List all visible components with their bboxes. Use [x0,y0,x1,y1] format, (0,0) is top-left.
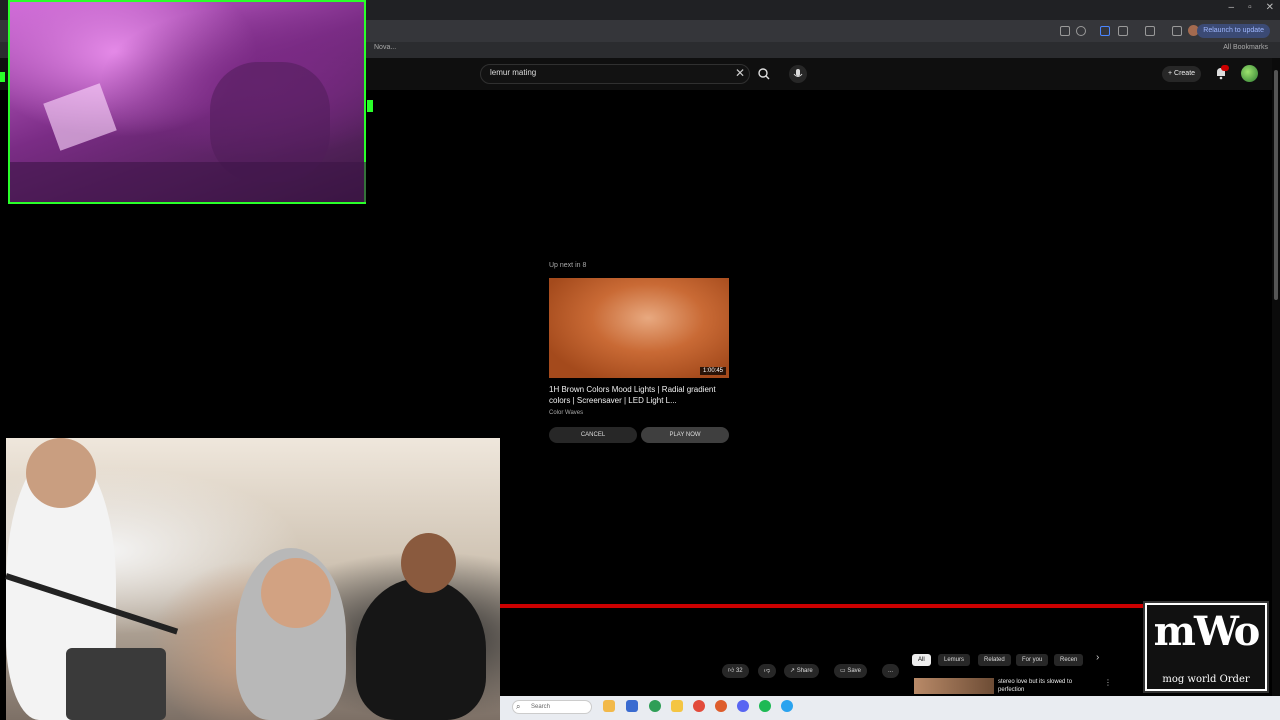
star-icon[interactable] [1076,26,1086,36]
save-icon: ▭ [840,668,846,674]
object-on-floor [43,83,117,151]
like-button[interactable]: 👍︎ 32 [722,664,749,678]
avatar[interactable] [1241,65,1258,82]
video-duration-badge: 1:00:45 [700,367,727,375]
up-next-channel[interactable]: Color Waves [549,410,583,416]
app-icon[interactable] [781,700,793,712]
chip-related[interactable]: Related [978,654,1011,666]
scrollbar-thumb[interactable] [1274,70,1278,300]
search-icon[interactable] [754,65,774,83]
like-count: 32 [735,668,743,674]
notification-badge [1221,65,1229,71]
recommended-thumbnail[interactable] [914,678,994,694]
save-button[interactable]: ▭ Save [834,664,868,678]
spotify-icon[interactable] [759,700,771,712]
taskbar-search-input[interactable]: Search [512,700,592,714]
download-icon[interactable] [1172,26,1182,36]
person-left-head [26,438,96,508]
relaunch-button[interactable]: Relaunch to update [1197,24,1270,38]
window-controls: – ▫ ✕ [1229,2,1275,13]
discord-icon[interactable] [737,700,749,712]
mwo-logo-text: mWo [1153,608,1261,655]
mwo-logo-subtitle: mog world Order [1162,674,1250,685]
search-query-text[interactable]: lemur mating [490,68,536,77]
maximize-icon[interactable]: ▫ [1248,2,1252,13]
save-label: Save [847,668,862,674]
create-button[interactable]: + Create [1162,66,1202,82]
cancel-button[interactable]: CANCEL [549,427,637,443]
search-icon: ⌕ [516,702,521,711]
share-label: Share [796,668,813,674]
webcam-top-feed [8,0,366,204]
chip-all[interactable]: All [912,654,931,666]
play-now-button[interactable]: PLAY NOW [641,427,729,443]
kebab-menu-icon[interactable]: ⋮ [1104,678,1112,687]
extension-icon[interactable] [1100,26,1110,36]
edge-icon[interactable] [649,700,661,712]
bookmark-item[interactable]: Nova... [374,44,396,51]
chip-recent[interactable]: Recen [1054,654,1084,666]
task-view-icon[interactable] [626,700,638,712]
share-icon: ↗ [790,668,796,674]
cam-marker [0,72,5,82]
chevron-right-icon[interactable]: › [1096,652,1099,663]
person-middle-head [261,558,331,628]
thumbs-up-icon: 👍︎ [728,668,735,674]
windows-taskbar [500,696,1280,720]
close-window-icon[interactable]: ✕ [1266,2,1274,13]
thumbs-down-icon: 👎︎ [764,668,771,674]
all-bookmarks-link[interactable]: All Bookmarks [1223,44,1268,51]
up-next-label: Up next in 8 [549,262,587,269]
clear-search-icon[interactable]: ✕ [735,66,745,80]
up-next-thumbnail[interactable] [549,278,729,378]
cam-marker [367,100,373,112]
chip-lemurs[interactable]: Lemurs [938,654,971,666]
video-progress-bar[interactable] [500,604,1143,608]
puzzle-icon[interactable] [1118,26,1128,36]
laptop [66,648,166,720]
microphone-icon[interactable] [789,65,807,83]
webcam-bottom-feed [5,438,500,720]
dislike-button[interactable]: 👎︎ [758,664,777,678]
chrome-icon[interactable] [693,700,705,712]
widgets-icon[interactable] [603,700,615,712]
person-right [356,578,486,720]
extension-icon[interactable] [1060,26,1070,36]
recommended-title[interactable]: stereo love but its slowed to perfection [998,678,1098,694]
app-icon[interactable] [715,700,727,712]
floor-area [10,162,366,202]
more-actions-button[interactable]: ... [882,664,900,678]
file-explorer-icon[interactable] [671,700,683,712]
share-button[interactable]: ↗ Share [784,664,819,678]
minimize-icon[interactable]: – [1229,2,1235,13]
chip-for-you[interactable]: For you [1016,654,1049,666]
person-right-head [401,533,456,593]
up-next-title[interactable]: 1H Brown Colors Mood Lights | Radial gra… [549,384,729,406]
sidepanel-icon[interactable] [1145,26,1155,36]
